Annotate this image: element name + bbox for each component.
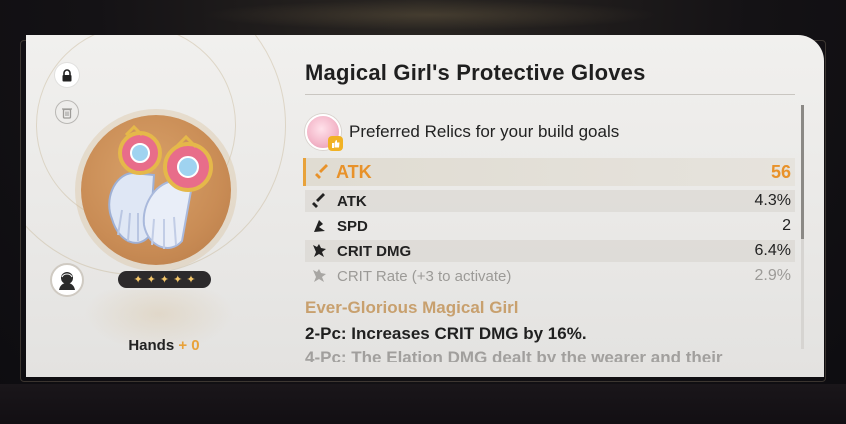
crit-rate-icon	[313, 269, 326, 282]
star-icon: ✦	[186, 274, 196, 286]
set-2pc-bonus: 2-Pc: Increases CRIT DMG by 16%.	[305, 324, 587, 343]
main-stat-name: ATK	[336, 161, 372, 182]
star-icon: ✦	[173, 274, 183, 286]
sub-stat-name: SPD	[337, 217, 368, 235]
preferred-relics-text: Preferred Relics for your build goals	[349, 122, 620, 141]
crit-dmg-icon	[313, 244, 326, 257]
sub-stat-name: CRIT Rate (+3 to activate)	[337, 267, 512, 285]
relic-set-name: Ever-Glorious Magical Girl	[305, 298, 519, 317]
set-4pc-bonus: 4-Pc: The Elation DMG dealt by the weare…	[305, 348, 723, 362]
sub-stat-row: ATK 4.3%	[305, 190, 795, 212]
relic-detail-card: ✦ ✦ ✦ ✦ ✦ Hands + 0 Magical Girl's Prote…	[26, 35, 824, 377]
trash-icon	[62, 107, 72, 119]
equipped-character-button[interactable]	[50, 263, 84, 297]
sub-stat-name: CRIT DMG	[337, 242, 412, 260]
preferred-relics-row[interactable]: Preferred Relics for your build goals	[305, 114, 620, 151]
atk-sword-icon	[315, 164, 328, 179]
sub-stat-value: 6.4%	[754, 242, 791, 259]
scrollbar-thumb[interactable]	[801, 105, 804, 239]
star-icon: ✦	[133, 274, 143, 286]
sub-stat-row: CRIT DMG 6.4%	[305, 240, 795, 262]
main-stat-value: 56	[770, 161, 791, 182]
star-icon: ✦	[159, 274, 170, 286]
discard-button[interactable]	[55, 100, 79, 124]
thumbs-up-icon	[328, 136, 343, 151]
spd-boot-icon	[314, 220, 325, 232]
sub-stat-value: 4.3%	[754, 192, 791, 209]
bottom-toolbar	[0, 384, 846, 424]
atk-sword-icon	[312, 193, 325, 208]
character-silhouette-icon	[59, 272, 75, 290]
magical-gloves-icon	[108, 124, 213, 249]
slot-name: Hands	[128, 337, 175, 354]
relic-level: + 0	[178, 337, 200, 354]
title-divider	[305, 94, 795, 95]
main-stat-row: ATK 56	[303, 158, 795, 186]
rarity-stars: ✦ ✦ ✦ ✦ ✦	[118, 271, 211, 288]
lock-icon	[62, 68, 72, 81]
slot-level-label: Hands + 0	[86, 337, 242, 354]
background-glow	[200, 0, 660, 30]
character-avatar	[305, 114, 343, 151]
relic-title: Magical Girl's Protective Gloves	[305, 60, 646, 85]
sub-stat-row: SPD 2	[305, 215, 795, 237]
lock-button[interactable]	[55, 63, 79, 87]
star-icon: ✦	[146, 274, 156, 286]
sub-stat-name: ATK	[337, 192, 367, 210]
sub-stat-value: 2	[782, 217, 791, 234]
sub-stat-row-inactive: CRIT Rate (+3 to activate) 2.9%	[305, 265, 795, 287]
sub-stat-value: 2.9%	[754, 267, 791, 284]
